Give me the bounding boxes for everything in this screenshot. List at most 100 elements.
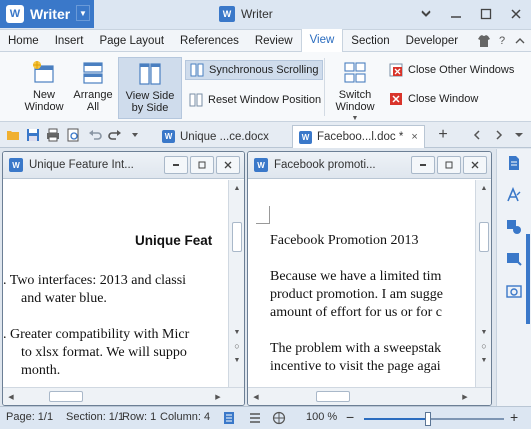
scroll-up-arrow-icon[interactable]: ▲ xyxy=(229,182,244,194)
outline-view-icon[interactable] xyxy=(248,411,262,428)
skin-icon[interactable] xyxy=(477,34,491,48)
synchronous-scrolling-label: Synchronous Scrolling xyxy=(209,64,319,76)
menu-section[interactable]: Section xyxy=(343,30,397,52)
new-tab-plus-icon[interactable]: + xyxy=(436,126,450,143)
page-view-icon[interactable] xyxy=(222,411,236,428)
scroll-down-arrow-icon[interactable]: ▼ xyxy=(476,326,491,338)
open-folder-icon[interactable] xyxy=(6,128,20,142)
menu-view[interactable]: View xyxy=(300,29,344,52)
left-horizontal-scroll-thumb[interactable] xyxy=(49,391,83,402)
close-window-button[interactable]: Close Window xyxy=(385,89,482,109)
tab-facebook-promotion[interactable]: W Faceboo...l.doc * × xyxy=(292,125,425,148)
menu-home[interactable]: Home xyxy=(0,30,47,52)
web-view-icon[interactable] xyxy=(272,411,286,428)
sidebar-accent-bar xyxy=(526,234,530,324)
scroll-up-arrow-icon[interactable]: ▲ xyxy=(476,182,491,194)
scroll-right-arrow-icon[interactable]: ▶ xyxy=(459,391,471,403)
chevron-up-icon[interactable] xyxy=(513,34,527,48)
close-other-windows-button[interactable]: Close Other Windows xyxy=(385,60,518,80)
menu-developer[interactable]: Developer xyxy=(398,30,466,52)
right-pane-minimize-button[interactable] xyxy=(411,156,435,174)
right-horizontal-scrollbar[interactable]: ◀ ▶ xyxy=(248,387,491,405)
document-icon: W xyxy=(219,6,235,22)
ribbon-separator xyxy=(324,58,325,116)
chevron-down-icon[interactable]: ▼ xyxy=(76,5,90,21)
tab-scroll-left-icon[interactable] xyxy=(470,128,484,142)
right-horizontal-scroll-thumb[interactable] xyxy=(316,391,350,402)
left-pane-restore-button[interactable] xyxy=(190,156,214,174)
switch-window-button[interactable]: Switch Window ▼ xyxy=(330,60,380,125)
shapes-icon[interactable] xyxy=(506,219,522,235)
right-pane-controls xyxy=(411,156,487,174)
tab-list-icon[interactable] xyxy=(512,128,526,142)
view-side-by-side-button[interactable]: View Side by Side xyxy=(118,57,182,119)
selection-icon[interactable] xyxy=(506,251,522,267)
app-menu-button[interactable]: W Writer ▼ xyxy=(0,0,94,28)
left-document-content[interactable]: Unique Feat . Two interfaces: 2013 and c… xyxy=(3,180,228,387)
left-pane-close-button[interactable] xyxy=(216,156,240,174)
left-vertical-scrollbar[interactable]: ▲ ▼ ○ ▼ xyxy=(228,180,244,387)
redo-icon[interactable] xyxy=(108,128,122,142)
zoom-level[interactable]: 100 % xyxy=(306,411,337,423)
title-bar: W Writer ▼ W Writer xyxy=(0,0,531,30)
left-document-pane[interactable]: W Unique Feature Int... Unique Feat . Tw… xyxy=(2,151,245,406)
maximize-button[interactable] xyxy=(471,0,501,28)
backup-icon[interactable] xyxy=(506,283,522,299)
status-page[interactable]: Page: 1/1 xyxy=(6,411,53,423)
close-other-windows-label: Close Other Windows xyxy=(408,64,515,76)
scroll-left-arrow-icon[interactable]: ◀ xyxy=(5,391,17,403)
save-icon[interactable] xyxy=(26,128,40,142)
document-line: amount of effort for us or for c xyxy=(270,305,442,320)
tab-close-icon[interactable]: × xyxy=(411,131,417,143)
right-vertical-scroll-thumb[interactable] xyxy=(479,222,489,252)
menu-page-layout[interactable]: Page Layout xyxy=(91,30,172,52)
status-column: Column: 4 xyxy=(160,411,211,423)
tab-scroll-right-icon[interactable] xyxy=(492,128,506,142)
arrange-all-button[interactable]: Arrange All xyxy=(70,60,116,113)
zoom-slider[interactable] xyxy=(364,412,504,426)
left-horizontal-scrollbar[interactable]: ◀ ▶ xyxy=(3,387,244,405)
document-heading: Facebook Promotion 2013 xyxy=(270,233,419,248)
right-task-pane xyxy=(496,149,531,406)
minimize-button[interactable] xyxy=(441,0,471,28)
help-question-icon[interactable]: ? xyxy=(495,34,509,48)
menu-review[interactable]: Review xyxy=(247,30,301,52)
undo-icon[interactable] xyxy=(88,128,102,142)
menu-references[interactable]: References xyxy=(172,30,247,52)
chevron-down-icon[interactable] xyxy=(130,128,140,142)
next-page-icon[interactable]: ▼ xyxy=(476,354,491,366)
print-preview-icon[interactable] xyxy=(66,128,80,142)
right-pane-close-button[interactable] xyxy=(463,156,487,174)
close-window-label: Close Window xyxy=(408,93,479,105)
scroll-left-arrow-icon[interactable]: ◀ xyxy=(250,391,262,403)
next-page-icon[interactable]: ▼ xyxy=(229,354,244,366)
print-icon[interactable] xyxy=(46,128,60,142)
help-icon[interactable] xyxy=(411,0,441,28)
zoom-slider-thumb[interactable] xyxy=(425,412,431,426)
right-pane-restore-button[interactable] xyxy=(437,156,461,174)
right-document-pane[interactable]: W Facebook promoti... Facebook Promotion… xyxy=(247,151,492,406)
menu-right-tools: ? xyxy=(477,30,527,52)
right-vertical-scrollbar[interactable]: ▲ ▼ ○ ▼ xyxy=(475,180,491,387)
synchronous-scrolling-button[interactable]: Synchronous Scrolling xyxy=(185,60,324,80)
scroll-right-arrow-icon[interactable]: ▶ xyxy=(212,391,224,403)
tab-unique-feature[interactable]: W Unique ...ce.docx xyxy=(156,125,275,148)
right-document-content[interactable]: Facebook Promotion 2013 Because we have … xyxy=(248,180,475,387)
new-window-button[interactable]: New Window xyxy=(18,60,70,113)
status-section[interactable]: Section: 1/1 xyxy=(66,411,124,423)
scroll-down-arrow-icon[interactable]: ▼ xyxy=(229,326,244,338)
menu-insert[interactable]: Insert xyxy=(47,30,92,52)
previous-page-icon[interactable]: ○ xyxy=(476,340,491,352)
zoom-in-icon[interactable]: + xyxy=(510,409,518,425)
left-pane-minimize-button[interactable] xyxy=(164,156,188,174)
previous-page-icon[interactable]: ○ xyxy=(229,340,244,352)
styles-icon[interactable] xyxy=(506,186,522,203)
reset-window-position-button[interactable]: Reset Window Position xyxy=(185,90,325,110)
zoom-out-icon[interactable]: − xyxy=(346,409,354,425)
side-by-side-icon xyxy=(137,61,163,87)
arrange-all-label: Arrange All xyxy=(73,89,113,113)
left-vertical-scroll-thumb[interactable] xyxy=(232,222,242,252)
document-panel-icon[interactable] xyxy=(506,155,522,171)
close-button[interactable] xyxy=(501,0,531,28)
document-line: incentive to visit the page agai xyxy=(270,359,441,374)
